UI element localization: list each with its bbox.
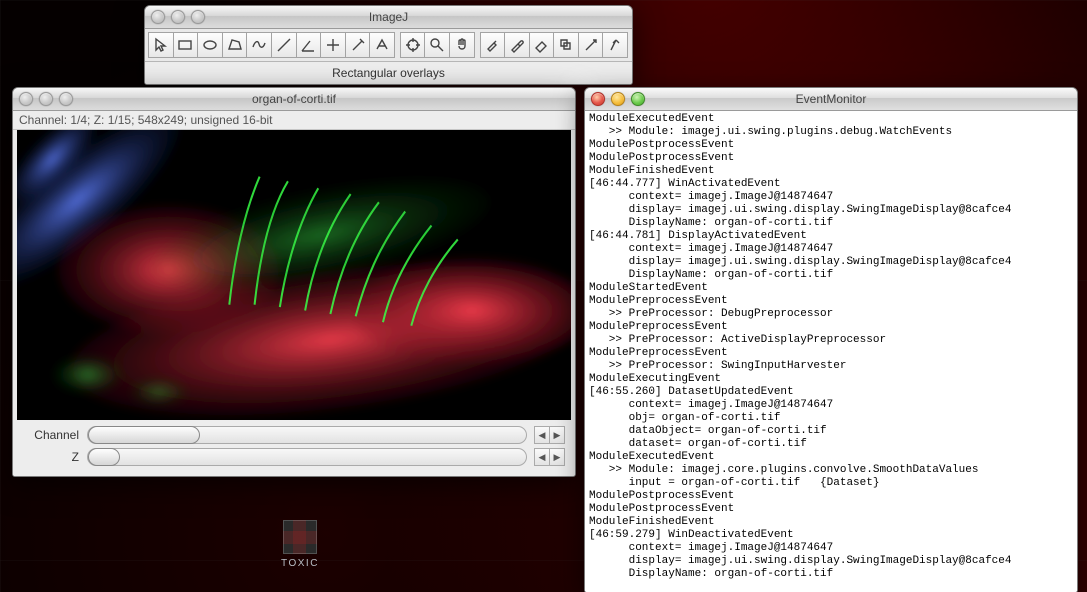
log-line: DisplayName: organ-of-corti.tif: [589, 568, 1073, 581]
tool-magnifier[interactable]: [424, 32, 450, 58]
slider-channel[interactable]: [87, 426, 527, 444]
log-line: dataset= organ-of-corti.tif: [589, 438, 1073, 451]
log-line: context= imagej.ImageJ@14874647: [589, 399, 1073, 412]
tool-arrow-select[interactable]: [148, 32, 174, 58]
log-line: ModulePostprocessEvent: [589, 152, 1073, 165]
titlebar-image[interactable]: organ-of-corti.tif: [13, 88, 575, 111]
tool-polygon[interactable]: [222, 32, 248, 58]
log-line: [46:44.781] DisplayActivatedEvent: [589, 230, 1073, 243]
slider-label-channel: Channel: [23, 428, 79, 442]
tool-angle[interactable]: [296, 32, 322, 58]
tool-dropper[interactable]: [504, 32, 530, 58]
slider-left-channel[interactable]: ◀: [534, 426, 550, 444]
window-image: organ-of-corti.tif Channel: 1/4; Z: 1/15…: [12, 87, 576, 477]
log-line: ModulePostprocessEvent: [589, 139, 1073, 152]
log-line: DisplayName: organ-of-corti.tif: [589, 269, 1073, 282]
zoom-button[interactable]: [191, 10, 205, 24]
window-controls: [151, 10, 205, 24]
slider-thumb-channel[interactable]: [88, 426, 200, 444]
window-controls: [591, 92, 645, 106]
tool-dev[interactable]: [602, 32, 628, 58]
imagej-status: Rectangular overlays: [145, 62, 632, 85]
log-line: ModuleStartedEvent: [589, 282, 1073, 295]
slider-row-z: Z ◀ ▶: [23, 448, 565, 466]
titlebar-monitor[interactable]: EventMonitor: [585, 88, 1077, 111]
log-line: ModuleFinishedEvent: [589, 516, 1073, 529]
log-line: context= imagej.ImageJ@14874647: [589, 243, 1073, 256]
log-line: display= imagej.ui.swing.display.SwingIm…: [589, 555, 1073, 568]
log-line: >> PreProcessor: ActiveDisplayPreprocess…: [589, 334, 1073, 347]
log-line: ModulePostprocessEvent: [589, 503, 1073, 516]
tool-crosshair[interactable]: [400, 32, 426, 58]
tool-freehand[interactable]: [246, 32, 272, 58]
tool-rectangle[interactable]: [173, 32, 199, 58]
log-line: ModulePreprocessEvent: [589, 295, 1073, 308]
minimize-button[interactable]: [611, 92, 625, 106]
log-line: ModulePreprocessEvent: [589, 321, 1073, 334]
slider-right-z[interactable]: ▶: [549, 448, 565, 466]
tool-oval[interactable]: [197, 32, 223, 58]
image-meta: Channel: 1/4; Z: 1/15; 548x249; unsigned…: [13, 111, 575, 130]
log-line: input = organ-of-corti.tif {Dataset}: [589, 477, 1073, 490]
log-line: ModulePostprocessEvent: [589, 490, 1073, 503]
event-log[interactable]: ModuleExecutedEvent >> Module: imagej.ui…: [585, 111, 1077, 592]
window-imagej: ImageJ Rectangular overlays: [144, 5, 633, 85]
log-line: ModuleExecutingEvent: [589, 373, 1073, 386]
log-line: DisplayName: organ-of-corti.tif: [589, 217, 1073, 230]
slider-z[interactable]: [87, 448, 527, 466]
titlebar-imagej[interactable]: ImageJ: [145, 6, 632, 29]
tool-paint[interactable]: [480, 32, 506, 58]
minimize-button[interactable]: [171, 10, 185, 24]
slider-label-z: Z: [23, 450, 79, 464]
tool-point[interactable]: [320, 32, 346, 58]
log-line: dataObject= organ-of-corti.tif: [589, 425, 1073, 438]
window-title: ImageJ: [145, 10, 632, 24]
image-canvas[interactable]: [17, 130, 571, 420]
log-line: >> PreProcessor: DebugPreprocessor: [589, 308, 1073, 321]
close-button[interactable]: [151, 10, 165, 24]
close-button[interactable]: [591, 92, 605, 106]
log-line: >> PreProcessor: SwingInputHarvester: [589, 360, 1073, 373]
tool-stack-prev[interactable]: [578, 32, 604, 58]
slider-arrows-channel: ◀ ▶: [535, 426, 565, 444]
slider-thumb-z[interactable]: [88, 448, 120, 466]
tool-stack-next[interactable]: [553, 32, 579, 58]
log-line: context= imagej.ImageJ@14874647: [589, 542, 1073, 555]
log-line: context= imagej.ImageJ@14874647: [589, 191, 1073, 204]
tool-hand[interactable]: [449, 32, 475, 58]
imagej-toolbar: [145, 29, 632, 62]
tool-text[interactable]: [369, 32, 395, 58]
zoom-button[interactable]: [631, 92, 645, 106]
log-line: >> Module: imagej.ui.swing.plugins.debug…: [589, 126, 1073, 139]
sliders: Channel ◀ ▶ Z ◀ ▶: [13, 420, 575, 476]
slider-right-channel[interactable]: ▶: [549, 426, 565, 444]
log-line: display= imagej.ui.swing.display.SwingIm…: [589, 204, 1073, 217]
window-controls: [19, 92, 73, 106]
cube-icon: [283, 520, 317, 554]
log-line: ModuleExecutedEvent: [589, 113, 1073, 126]
slider-row-channel: Channel ◀ ▶: [23, 426, 565, 444]
log-line: ModulePreprocessEvent: [589, 347, 1073, 360]
log-line: obj= organ-of-corti.tif: [589, 412, 1073, 425]
window-title: organ-of-corti.tif: [13, 92, 575, 106]
log-line: ModuleFinishedEvent: [589, 165, 1073, 178]
minimize-button[interactable]: [39, 92, 53, 106]
desktop-icon-toxic[interactable]: TOXIC: [270, 520, 330, 569]
log-line: ModuleExecutedEvent: [589, 451, 1073, 464]
tool-line[interactable]: [271, 32, 297, 58]
tool-eraser[interactable]: [529, 32, 555, 58]
log-line: [46:44.777] WinActivatedEvent: [589, 178, 1073, 191]
log-line: >> Module: imagej.core.plugins.convolve.…: [589, 464, 1073, 477]
log-line: [46:59.279] WinDeactivatedEvent: [589, 529, 1073, 542]
log-line: display= imagej.ui.swing.display.SwingIm…: [589, 256, 1073, 269]
log-line: [46:55.260] DatasetUpdatedEvent: [589, 386, 1073, 399]
window-title: EventMonitor: [585, 92, 1077, 106]
zoom-button[interactable]: [59, 92, 73, 106]
desktop-icon-label: TOXIC: [281, 558, 319, 569]
tool-wand[interactable]: [345, 32, 371, 58]
slider-arrows-z: ◀ ▶: [535, 448, 565, 466]
slider-left-z[interactable]: ◀: [534, 448, 550, 466]
window-event-monitor: EventMonitor ModuleExecutedEvent >> Modu…: [584, 87, 1078, 592]
close-button[interactable]: [19, 92, 33, 106]
